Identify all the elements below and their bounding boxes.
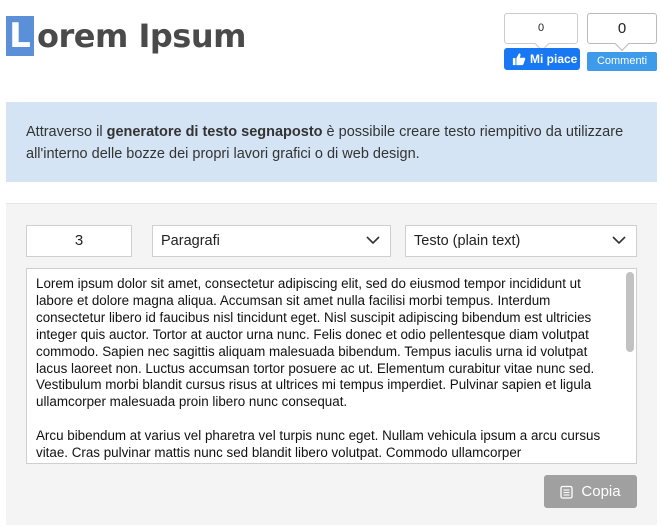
comments-button[interactable]: Commenti bbox=[587, 52, 657, 71]
generated-paragraph: Arcu bibendum at varius vel pharetra vel… bbox=[36, 428, 601, 461]
like-button[interactable]: Mi piace bbox=[504, 48, 580, 70]
generated-text-area[interactable]: Lorem ipsum dolor sit amet, consectetur … bbox=[26, 268, 637, 464]
type-select[interactable]: Paragrafi bbox=[152, 225, 391, 257]
count-input[interactable]: 3 bbox=[26, 225, 132, 257]
clipboard-icon bbox=[560, 485, 574, 499]
info-text-bold: generatore di testo segnaposto bbox=[106, 124, 323, 140]
comment-widget: 0 Commenti bbox=[587, 13, 657, 71]
facebook-like-widget: 0 Mi piace bbox=[504, 13, 580, 70]
copy-button[interactable]: Copia bbox=[544, 475, 637, 508]
format-select[interactable]: Testo (plain text) bbox=[405, 225, 637, 257]
generator-panel: 3 Paragrafi Testo (plain text) Lorem ips… bbox=[6, 203, 657, 525]
thumbs-up-icon bbox=[512, 53, 526, 66]
type-select-value: Paragrafi bbox=[161, 233, 220, 249]
logo-letter: L bbox=[6, 16, 34, 56]
chevron-down-icon bbox=[366, 236, 380, 245]
format-select-value: Testo (plain text) bbox=[414, 233, 521, 249]
copy-label: Copia bbox=[581, 483, 621, 500]
like-label: Mi piace bbox=[530, 52, 578, 66]
logo-text: orem Ipsum bbox=[37, 17, 246, 55]
comment-count: 0 bbox=[587, 13, 657, 44]
like-count: 0 bbox=[504, 13, 578, 44]
info-box: Attraverso il generatore di testo segnap… bbox=[6, 102, 657, 182]
site-logo[interactable]: L orem Ipsum bbox=[6, 16, 246, 56]
chevron-down-icon bbox=[612, 236, 626, 245]
generated-paragraph: Lorem ipsum dolor sit amet, consectetur … bbox=[36, 276, 595, 410]
scrollbar-thumb[interactable] bbox=[626, 272, 634, 352]
info-text-start: Attraverso il bbox=[26, 124, 107, 140]
